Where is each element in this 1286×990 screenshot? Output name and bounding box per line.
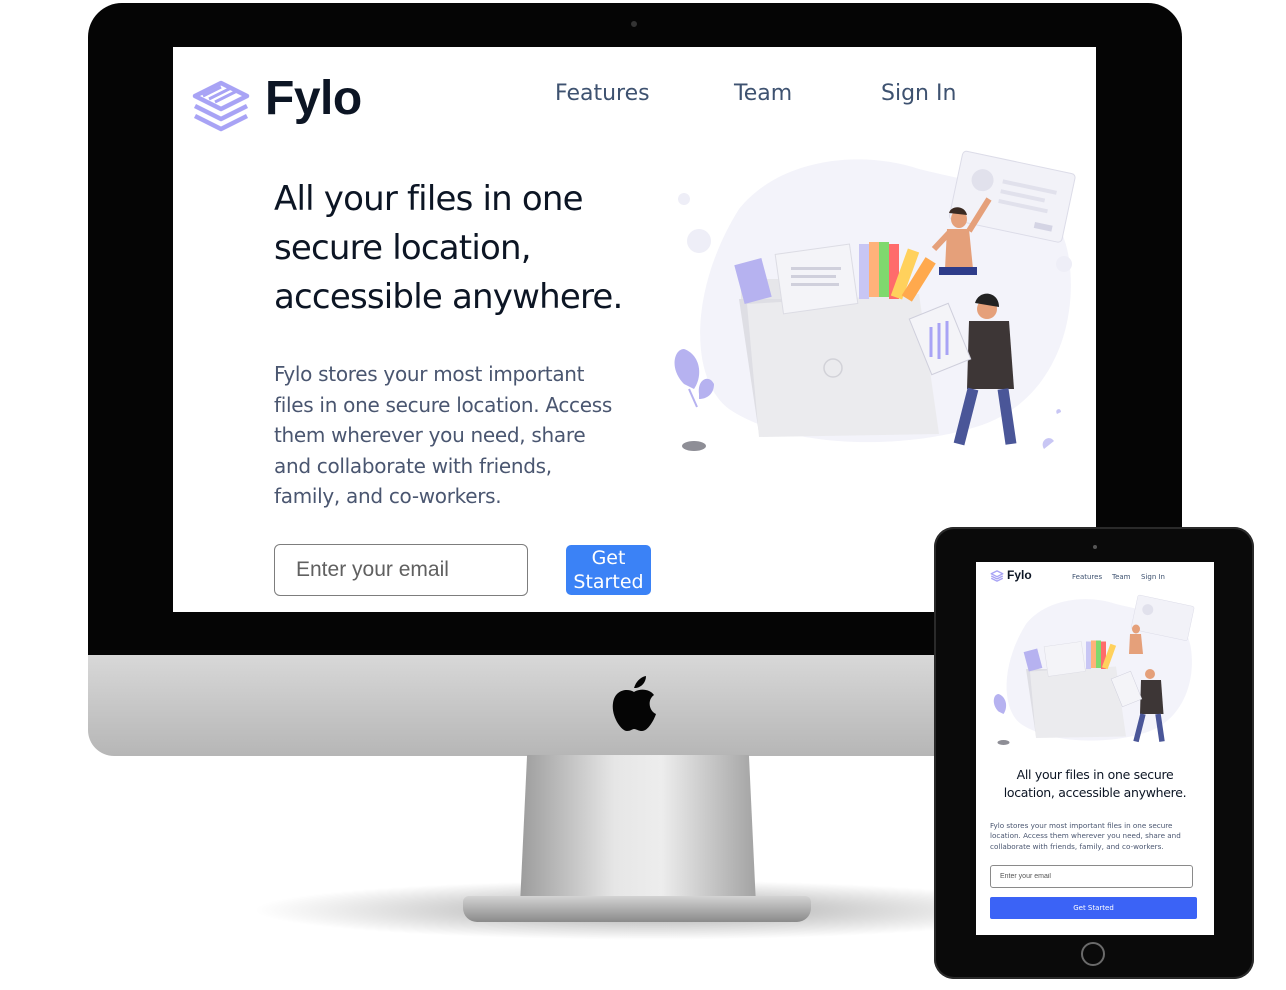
hero-desc-line: Fylo stores your most important <box>274 362 585 386</box>
email-input[interactable] <box>990 865 1193 888</box>
hero-illustration <box>993 594 1195 745</box>
fylo-logo-icon <box>192 80 250 132</box>
email-input[interactable] <box>274 544 528 596</box>
ipad-home-button[interactable] <box>1081 942 1105 966</box>
nav-team[interactable]: Team <box>1112 573 1131 581</box>
hero-description: Fylo stores your most important files in… <box>274 359 654 512</box>
nav-team[interactable]: Team <box>734 81 792 106</box>
imac-stand-foot <box>463 896 811 922</box>
hero-desc-line: them wherever you need, share <box>274 423 586 447</box>
hero-desc-line: and collaborate with friends, <box>274 453 552 478</box>
imac-stand-neck <box>520 755 756 905</box>
hero-desc-line: collaborate with friends, family, and co… <box>990 841 1164 851</box>
cta-line: Started <box>573 571 644 593</box>
hero-desc-line: location. Access them wherever you need,… <box>990 831 1181 841</box>
nav-sign-in[interactable]: Sign In <box>881 81 956 106</box>
hero-description: Fylo stores your most important files in… <box>990 821 1196 852</box>
apple-logo-icon <box>612 676 656 731</box>
nav-sign-in[interactable]: Sign In <box>1141 573 1165 581</box>
nav-features[interactable]: Features <box>555 81 650 106</box>
get-started-button[interactable]: Get Started <box>990 897 1197 919</box>
hero-illustration <box>674 150 1076 451</box>
cta-line: Get <box>591 547 626 569</box>
hero-desc-line: files in one secure location. Access <box>274 392 612 417</box>
nav-features[interactable]: Features <box>1072 573 1102 581</box>
hero-desc-line: family, and co-workers. <box>274 484 502 508</box>
ipad-camera <box>1093 545 1097 549</box>
hero-title: All your files in one secure location, a… <box>984 766 1206 802</box>
hero-title-line: location, accessible anywhere. <box>1003 785 1187 800</box>
tablet-screen: Fylo Features Team Sign In All your file… <box>976 562 1214 935</box>
hero-title-line: All your files in one secure <box>1016 767 1174 782</box>
fylo-logo-icon <box>990 570 1004 582</box>
hero-desc-line: Fylo stores your most important files in… <box>990 821 1173 830</box>
hero-title-line: secure location, <box>274 228 532 268</box>
hero-title: All your files in one secure location, a… <box>274 175 694 322</box>
logo-wordmark[interactable]: Fylo <box>1007 568 1032 582</box>
imac-camera <box>631 21 637 27</box>
logo-wordmark[interactable]: Fylo <box>265 71 362 126</box>
hero-title-line: accessible anywhere. <box>274 277 623 317</box>
get-started-button[interactable]: Get Started <box>566 545 651 595</box>
hero-title-line: All your files in one <box>274 179 584 219</box>
